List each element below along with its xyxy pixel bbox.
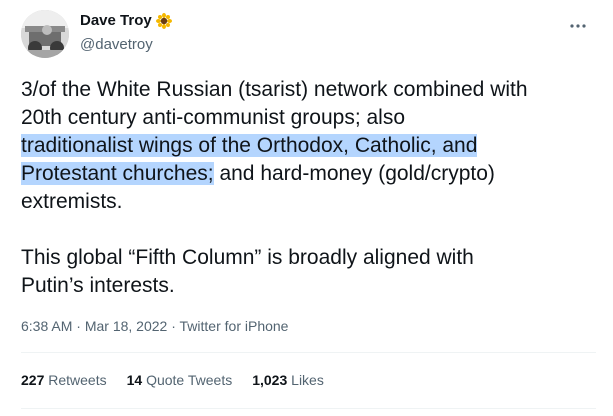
quote-tweets-count: 14	[126, 372, 143, 388]
likes-count: 1,023	[252, 372, 288, 388]
tweet-line: extremists.	[21, 190, 123, 213]
tweet-time[interactable]: 6:38 AM	[21, 318, 72, 334]
display-name[interactable]: Dave Troy	[80, 12, 152, 29]
tweet-paragraph-1: 3/of the White Russian (tsarist) network…	[21, 76, 596, 216]
tweet-meta: 6:38 AM · Mar 18, 2022 · Twitter for iPh…	[21, 318, 288, 334]
divider	[21, 408, 596, 409]
retweets-label: Retweets	[48, 372, 107, 388]
selected-text: traditionalist wings of the Orthodox, Ca…	[21, 134, 478, 157]
retweets-count: 227	[21, 372, 45, 388]
sunflower-icon	[155, 12, 172, 29]
retweets-stat[interactable]: 227 Retweets	[21, 372, 107, 388]
author-name-row: Dave Troy	[80, 12, 172, 29]
tweet-line: 3/of the White Russian (tsarist) network…	[21, 78, 528, 101]
likes-label: Likes	[291, 372, 324, 388]
tweet-source[interactable]: Twitter for iPhone	[180, 318, 289, 334]
quote-tweets-stat[interactable]: 14 Quote Tweets	[127, 372, 233, 388]
divider	[21, 352, 596, 353]
tweet: Dave Troy @davetroy 3/of the White Russi…	[0, 0, 613, 416]
tweet-date[interactable]: Mar 18, 2022	[85, 318, 168, 334]
quote-tweets-label: Quote Tweets	[146, 372, 233, 388]
author-handle[interactable]: @davetroy	[80, 36, 153, 53]
tweet-text: 3/of the White Russian (tsarist) network…	[21, 76, 596, 300]
tweet-line: and hard-money (gold/crypto)	[213, 162, 495, 185]
meta-separator: ·	[167, 318, 180, 334]
tweet-line: Putin’s interests.	[21, 274, 175, 297]
engagement-stats: 227 Retweets 14 Quote Tweets 1,023 Likes	[21, 372, 324, 388]
meta-separator: ·	[72, 318, 85, 334]
more-options-icon[interactable]	[568, 18, 588, 28]
selected-text: Protestant churches;	[21, 162, 214, 185]
tweet-line: 20th century anti-communist groups; also	[21, 106, 406, 129]
likes-stat[interactable]: 1,023 Likes	[252, 372, 324, 388]
tweet-paragraph-2: This global “Fifth Column” is broadly al…	[21, 244, 596, 300]
avatar[interactable]	[21, 10, 69, 58]
tweet-line: This global “Fifth Column” is broadly al…	[21, 246, 474, 269]
